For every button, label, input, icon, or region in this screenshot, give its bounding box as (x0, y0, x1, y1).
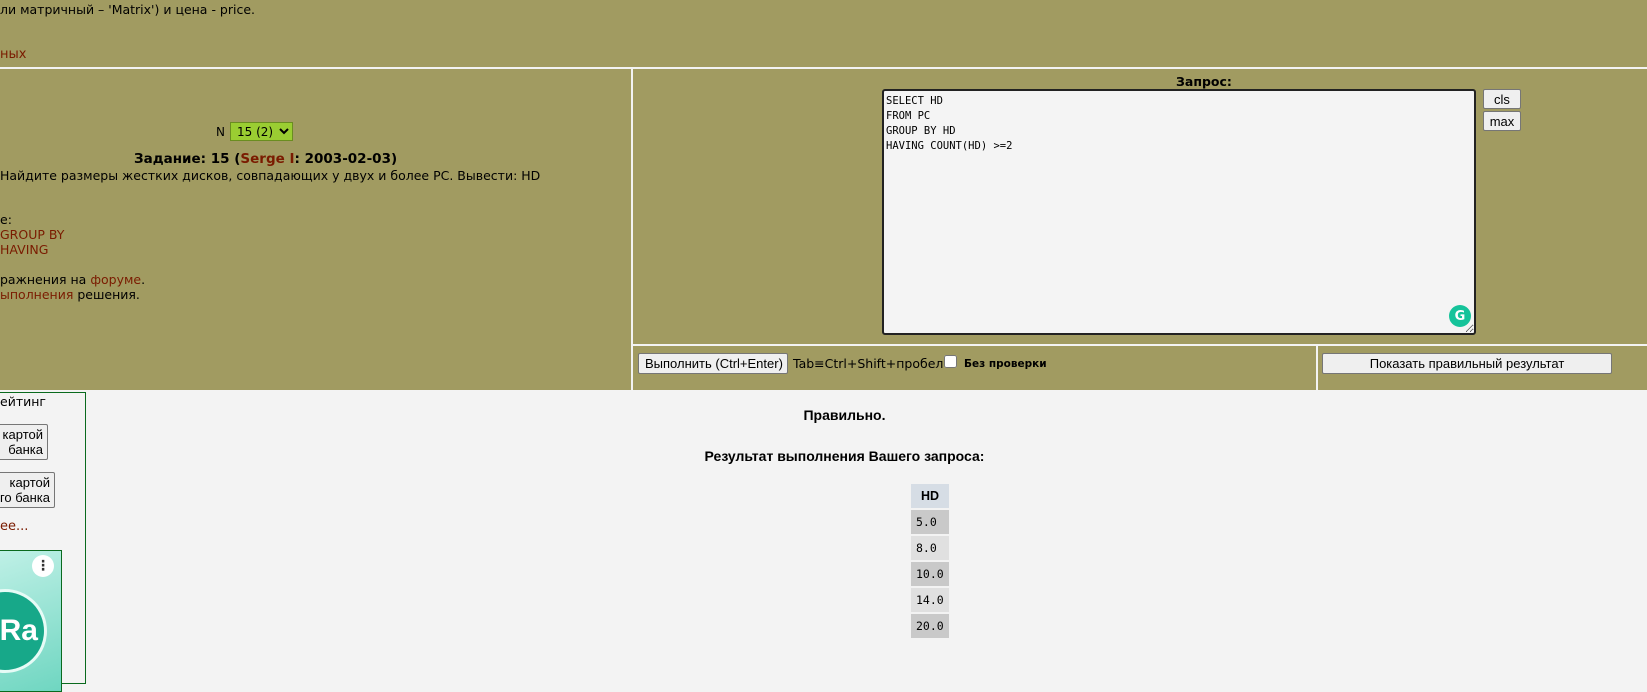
result-status: Правильно. (803, 407, 886, 423)
results-area: Правильно. Результат выполнения Вашего з… (86, 392, 1647, 678)
query-label: Запрос: (1176, 74, 1232, 89)
column-header-hd: HD (911, 484, 949, 508)
action-bar: Выполнить (Ctrl+Enter) Tab≡Ctrl+Shift+пр… (633, 346, 1647, 390)
forum-suffix: . (141, 272, 146, 287)
table-cell: 20.0 (911, 614, 949, 638)
table-cell: 14.0 (911, 588, 949, 612)
tab-hint: Tab≡Ctrl+Shift+пробел (793, 356, 944, 371)
exec-plan-line: ыполнения решения. (0, 287, 140, 302)
ad-logo: Ra (0, 589, 47, 673)
result-heading: Результат выполнения Вашего запроса: (704, 448, 985, 464)
result-table: HD 5.0 8.0 10.0 14.0 20.0 (911, 482, 949, 640)
task-title-prefix: Задание: 15 ( (134, 151, 241, 167)
table-cell: 5.0 (911, 510, 949, 534)
forum-link[interactable]: форуме (90, 272, 141, 287)
run-query-button[interactable]: Выполнить (Ctrl+Enter) (638, 353, 788, 374)
table-cell: 10.0 (911, 562, 949, 586)
vertical-divider (1316, 346, 1318, 390)
maximize-button[interactable]: max (1483, 111, 1521, 131)
task-number-select[interactable]: 15 (2) (229, 122, 293, 141)
database-description: ли матричный – 'Matrix') и цена - price. (0, 2, 256, 17)
query-panel: Запрос: SELECT HD FROM PC GROUP BY HD HA… (633, 69, 1647, 344)
exec-plan-suffix: решения. (73, 287, 140, 302)
clear-button[interactable]: cls (1483, 89, 1521, 109)
pay-card-button-2[interactable]: картой го банка (0, 472, 55, 508)
hint-heading: е: (0, 212, 12, 227)
advertisement-banner[interactable]: ⋮ Ra (0, 550, 62, 692)
grammarly-icon[interactable]: G (1449, 305, 1471, 327)
task-selector-row: N 15 (2) (216, 122, 293, 141)
left-sidebar: ейтинг картой банка картой го банка ее..… (0, 392, 86, 692)
task-title: Задание: 15 (Serge I: 2003-02-03) (134, 151, 397, 167)
no-check-checkbox[interactable] (944, 355, 957, 368)
task-number-label: N (216, 124, 225, 139)
forum-line: ражнения на форуме. (0, 272, 145, 287)
table-cell: 8.0 (911, 536, 949, 560)
ad-menu-icon[interactable]: ⋮ (32, 555, 54, 577)
sql-query-input[interactable]: SELECT HD FROM PC GROUP BY HD HAVING COU… (882, 89, 1476, 335)
task-panel: N 15 (2) Задание: 15 (Serge I: 2003-02-0… (0, 69, 631, 390)
task-text: Найдите размеры жестких дисков, совпадаю… (0, 168, 541, 183)
more-link[interactable]: ее... (0, 519, 28, 534)
task-author-link[interactable]: Serge I (240, 151, 294, 167)
task-description-band: ли матричный – 'Matrix') и цена - price.… (0, 0, 1647, 67)
show-correct-result-button[interactable]: Показать правильный результат (1322, 353, 1612, 374)
having-link[interactable]: HAVING (0, 242, 48, 257)
exec-plan-link[interactable]: ыполнения (0, 287, 73, 302)
no-check-label: Без проверки (964, 358, 1047, 370)
group-by-link[interactable]: GROUP BY (0, 227, 64, 242)
forum-prefix: ражнения на (0, 272, 91, 287)
task-title-date: : 2003-02-03) (294, 151, 398, 167)
database-link[interactable]: ных (0, 47, 26, 62)
